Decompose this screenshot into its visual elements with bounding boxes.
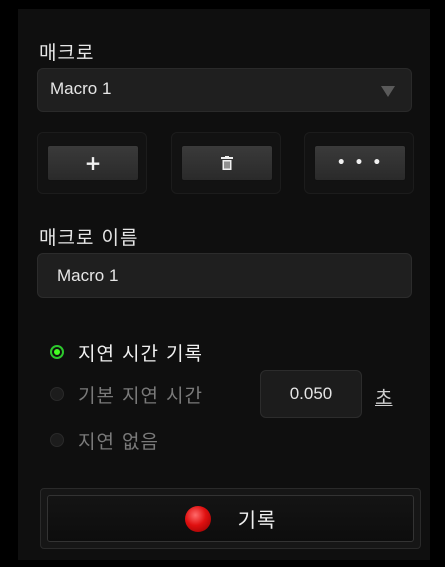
macro-select-value: Macro 1 xyxy=(50,79,112,98)
more-options-button[interactable]: • • • xyxy=(314,145,406,181)
macro-name-input[interactable]: Macro 1 xyxy=(37,253,412,298)
macro-name-label: 매크로 이름 xyxy=(39,227,139,249)
record-button[interactable]: 기록 xyxy=(47,495,414,542)
delete-macro-button[interactable] xyxy=(181,145,273,181)
add-button-frame: + xyxy=(37,132,147,194)
record-button-label: 기록 xyxy=(237,508,277,532)
radio-default-delay[interactable]: 기본 지연 시간 xyxy=(50,381,203,407)
macro-label: 매크로 xyxy=(39,42,95,64)
radio-unselected-icon xyxy=(50,433,64,447)
radio-no-delay-label: 지연 없음 xyxy=(78,430,159,453)
chevron-down-icon xyxy=(381,86,395,97)
ellipsis-icon: • • • xyxy=(336,155,384,171)
radio-default-delay-label: 기본 지연 시간 xyxy=(78,384,203,407)
plus-icon: + xyxy=(84,151,102,175)
radio-selected-icon xyxy=(50,345,64,359)
default-delay-input[interactable]: 0.050 xyxy=(260,370,362,418)
radio-record-delay-label: 지연 시간 기록 xyxy=(78,342,203,365)
record-icon xyxy=(184,505,211,532)
trash-icon xyxy=(221,156,233,170)
radio-no-delay[interactable]: 지연 없음 xyxy=(50,427,159,453)
delay-unit-label: 초 xyxy=(375,387,393,409)
delete-button-frame xyxy=(171,132,281,194)
macro-panel: 매크로 Macro 1 + • • • 매크로 이름 Macro 1 지연 시간… xyxy=(18,9,430,560)
add-macro-button[interactable]: + xyxy=(47,145,139,181)
macro-select[interactable]: Macro 1 xyxy=(37,68,412,112)
radio-record-delay[interactable]: 지연 시간 기록 xyxy=(50,339,203,365)
macro-name-value: Macro 1 xyxy=(57,266,119,285)
radio-unselected-icon xyxy=(50,387,64,401)
more-button-frame: • • • xyxy=(304,132,414,194)
record-button-frame: 기록 xyxy=(40,488,421,549)
